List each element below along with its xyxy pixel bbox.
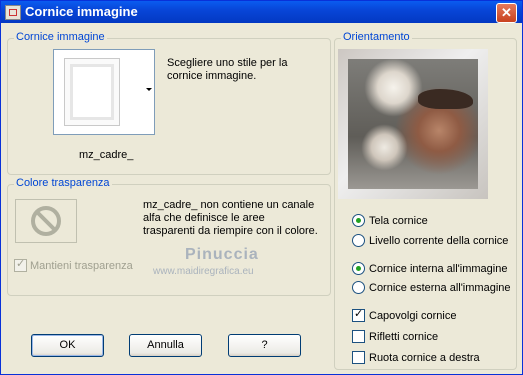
orientation-group-legend: Orientamento — [341, 31, 412, 43]
radio-current-layer[interactable] — [352, 234, 365, 247]
rotate-frame-label[interactable]: Ruota cornice a destra — [369, 352, 480, 365]
check-icon: ✓ — [16, 258, 26, 270]
flip-frame-label[interactable]: Capovolgi cornice — [369, 310, 456, 323]
watermark-url: www.maidiregrafica.eu — [153, 266, 254, 277]
transparency-group-legend: Colore trasparenza — [14, 177, 112, 189]
keep-transparency-label: Mantieni trasparenza — [30, 260, 133, 272]
frame-style-picker[interactable] — [53, 49, 155, 135]
frame-description: Scegliere uno stile per la cornice immag… — [167, 57, 288, 82]
frame-group-legend: Cornice immagine — [14, 31, 107, 43]
frame-preview-image — [338, 49, 488, 199]
radio-frame-outside-label[interactable]: Cornice esterna all'immagine — [369, 282, 511, 295]
preview-hair — [418, 89, 473, 109]
keep-transparency-checkbox[interactable]: ✓ — [14, 258, 27, 272]
frame-name-label: mz_cadre_ — [79, 149, 134, 161]
radio-frame-outside[interactable] — [352, 281, 365, 294]
frame-dialog: Cornice immagine ✕ Cornice immagine Sceg… — [0, 0, 523, 375]
watermark-title: Pinuccia — [185, 246, 259, 263]
preview-photo — [348, 59, 478, 189]
flip-frame-checkbox[interactable]: ✓ — [352, 308, 365, 322]
ok-button[interactable]: OK — [31, 334, 104, 357]
cancel-button[interactable]: Annulla — [129, 334, 202, 357]
dropdown-arrow-icon[interactable] — [146, 88, 152, 91]
app-icon — [5, 5, 21, 20]
window-title: Cornice immagine — [25, 4, 138, 19]
check-icon: ✓ — [354, 308, 364, 320]
radio-canvas-frame-label[interactable]: Tela cornice — [369, 215, 428, 228]
radio-frame-inside[interactable] — [352, 262, 365, 275]
radio-canvas-frame[interactable] — [352, 214, 365, 227]
color-swatch — [15, 199, 77, 243]
transparency-message: mz_cadre_ non contiene un canale alfa ch… — [143, 199, 318, 237]
title-bar[interactable]: Cornice immagine ✕ — [1, 1, 522, 23]
rotate-frame-checkbox[interactable] — [352, 351, 365, 364]
radio-selected-dot — [356, 218, 361, 223]
mirror-frame-label[interactable]: Rifletti cornice — [369, 331, 438, 344]
radio-frame-inside-label[interactable]: Cornice interna all'immagine — [369, 263, 507, 276]
radio-selected-dot — [356, 266, 361, 271]
frame-thumbnail — [64, 58, 120, 126]
no-entry-icon — [31, 206, 61, 236]
close-icon: ✕ — [501, 5, 512, 20]
close-button[interactable]: ✕ — [496, 3, 517, 23]
mirror-frame-checkbox[interactable] — [352, 330, 365, 343]
radio-current-layer-label[interactable]: Livello corrente della cornice — [369, 235, 508, 248]
help-button[interactable]: ? — [228, 334, 301, 357]
